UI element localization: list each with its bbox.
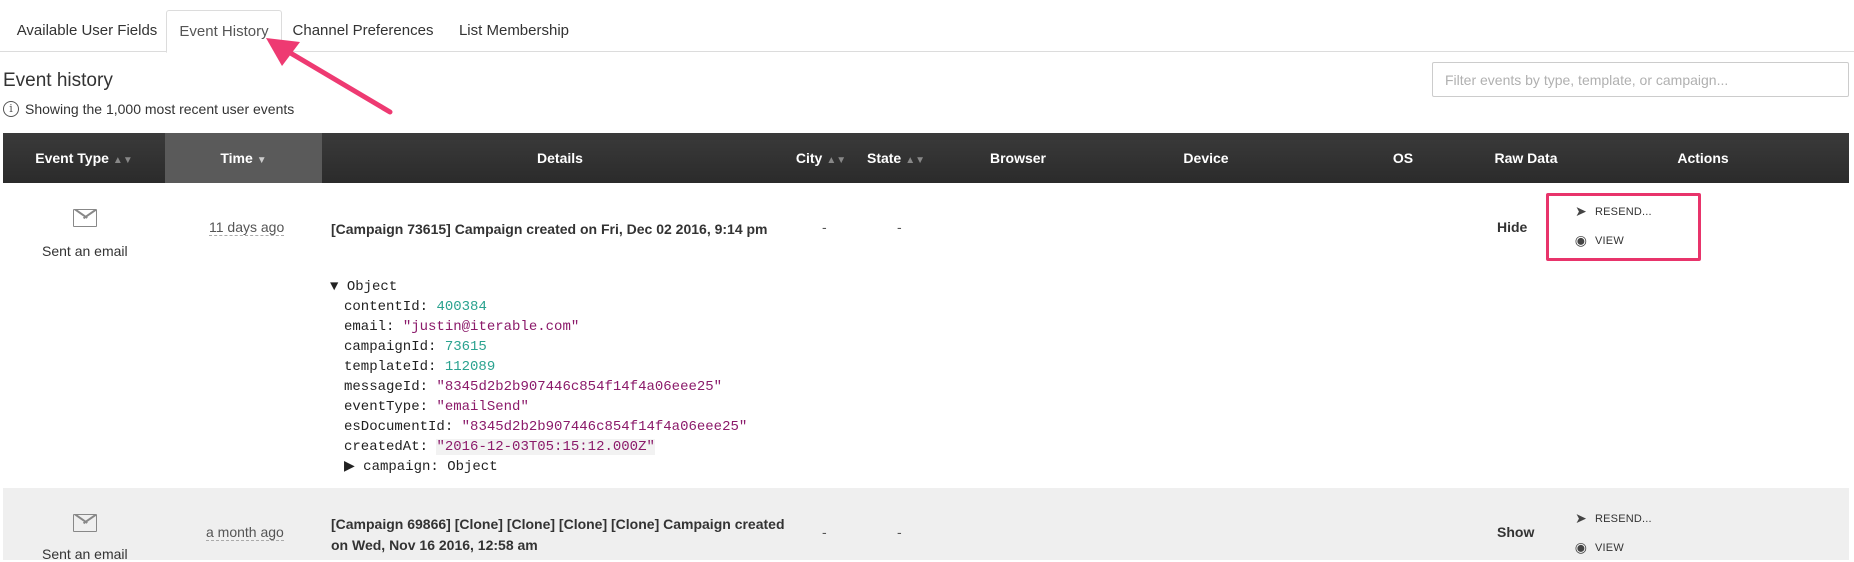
city-value: - (822, 219, 827, 235)
raw-data-tree: ▼ Object contentId: 400384 email: "justi… (330, 277, 747, 477)
envelope-icon (73, 514, 97, 532)
info-text: Showing the 1,000 most recent user event… (25, 101, 295, 117)
tree-field: messageId: "8345d2b2b907446c854f14f4a06e… (344, 379, 723, 395)
sort-icon: ▲▼ (112, 155, 133, 166)
tree-field-collapsed[interactable]: ▶ campaign: Object (330, 457, 747, 477)
city-value: - (822, 524, 827, 540)
eye-icon: ◉ (1574, 539, 1588, 555)
column-browser: Browser (989, 150, 1047, 166)
tree-field: templateId: 112089 (344, 359, 496, 375)
info-icon: i (3, 101, 19, 117)
column-details: Details (537, 150, 583, 166)
resend-button[interactable]: ➤ RESEND... (1573, 510, 1652, 527)
page-title: Event history (3, 70, 113, 91)
send-icon: ➤ (1575, 510, 1587, 526)
sort-icon: ▲▼ (826, 155, 847, 166)
event-type-label: Sent an email (42, 243, 128, 259)
sort-icon: ▲▼ (905, 155, 926, 166)
highlight-box (1546, 193, 1701, 261)
column-time[interactable]: Time ▼ (165, 133, 322, 183)
column-state[interactable]: State ▲▼ (863, 133, 929, 183)
column-os: OS (1392, 150, 1414, 166)
table-row: Sent an email a month ago [Campaign 6986… (3, 488, 1849, 562)
table-header: Event Type ▲▼ Time ▼ Details City ▲▼ State ▲… (3, 133, 1849, 183)
tree-field: contentId: 400384 (344, 299, 487, 315)
raw-data-toggle[interactable]: Hide (1497, 219, 1527, 235)
envelope-icon (73, 209, 97, 227)
info-line: i Showing the 1,000 most recent user eve… (3, 101, 294, 117)
state-value: - (897, 219, 902, 235)
tree-field: eventType: "emailSend" (344, 399, 529, 415)
tree-field: email: "justin@iterable.com" (344, 319, 580, 335)
sort-desc-icon: ▼ (256, 155, 267, 166)
state-value: - (897, 524, 902, 540)
event-time: 11 days ago (209, 219, 285, 236)
event-details: [Campaign 69866] [Clone] [Clone] [Clone]… (331, 516, 785, 553)
event-time: a month ago (206, 524, 284, 541)
tab-list-membership[interactable]: List Membership (454, 10, 574, 53)
column-device: Device (1183, 150, 1229, 166)
column-event-type[interactable]: Event Type ▲▼ (3, 133, 165, 183)
view-button[interactable]: ◉ VIEW (1573, 539, 1624, 556)
tree-field: campaignId: 73615 (344, 339, 487, 355)
event-details: [Campaign 73615] Campaign created on Fri… (331, 221, 768, 237)
tree-field: createdAt: "2016-12-03T05:15:12.000Z" (344, 439, 655, 455)
raw-data-toggle[interactable]: Show (1497, 524, 1534, 540)
column-actions: Actions (1677, 150, 1729, 166)
column-raw-data: Raw Data (1494, 150, 1558, 166)
tree-field: esDocumentId: "8345d2b2b907446c854f14f4a… (344, 419, 748, 435)
tree-root[interactable]: ▼ Object (330, 277, 747, 297)
tab-available-user-fields[interactable]: Available User Fields (4, 10, 170, 53)
column-city[interactable]: City ▲▼ (793, 133, 849, 183)
filter-events-input[interactable] (1432, 62, 1849, 97)
